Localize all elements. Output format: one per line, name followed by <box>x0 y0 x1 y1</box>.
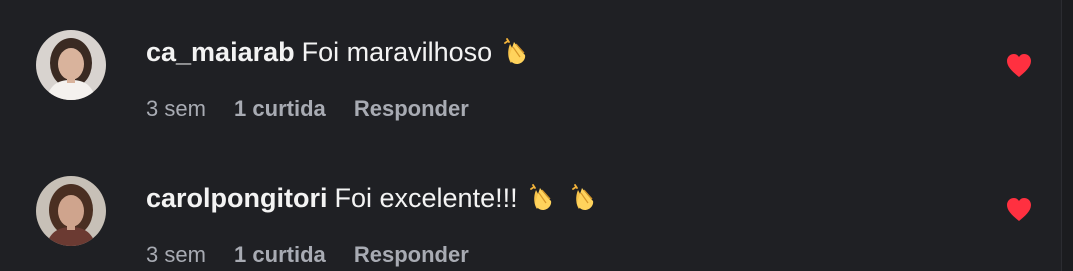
reply-button[interactable]: Responder <box>354 96 469 121</box>
comment-item: ca_maiarab Foi maravilhoso 3 sem 1 curtid… <box>0 0 1060 122</box>
heart-icon[interactable] <box>1005 53 1033 79</box>
comment-time: 3 sem <box>146 96 206 121</box>
clapping-hands-icon <box>528 183 558 213</box>
username[interactable]: ca_maiarab <box>146 37 295 67</box>
likes-count[interactable]: 1 curtida <box>234 242 326 267</box>
comment-text: Foi excelente!!! <box>334 183 518 213</box>
comment-time: 3 sem <box>146 242 206 267</box>
likes-count[interactable]: 1 curtida <box>234 96 326 121</box>
reply-button[interactable]: Responder <box>354 242 469 267</box>
avatar-image <box>36 30 106 100</box>
clapping-hands-icon <box>570 183 600 213</box>
username[interactable]: carolpongitori <box>146 183 328 213</box>
comment-item: carolpongitoriFoi excelente!!! 3 sem 1 <box>0 141 1060 267</box>
comment-text: Foi maravilhoso <box>301 37 493 67</box>
avatar[interactable] <box>36 176 106 246</box>
heart-icon[interactable] <box>1005 197 1033 223</box>
comment-text-line: carolpongitori Foi excelente!!! <box>146 182 600 214</box>
scrollbar[interactable] <box>1061 0 1073 271</box>
comment-meta: 3 sem 1 curtida Responder <box>146 96 491 122</box>
avatar[interactable] <box>36 30 106 100</box>
comment-text-line: ca_maiarab Foi maravilhoso <box>146 36 532 68</box>
avatar-image <box>36 176 106 246</box>
comment-meta: 3 sem 1 curtida Responder <box>146 242 491 268</box>
clapping-hands-icon <box>502 37 532 67</box>
